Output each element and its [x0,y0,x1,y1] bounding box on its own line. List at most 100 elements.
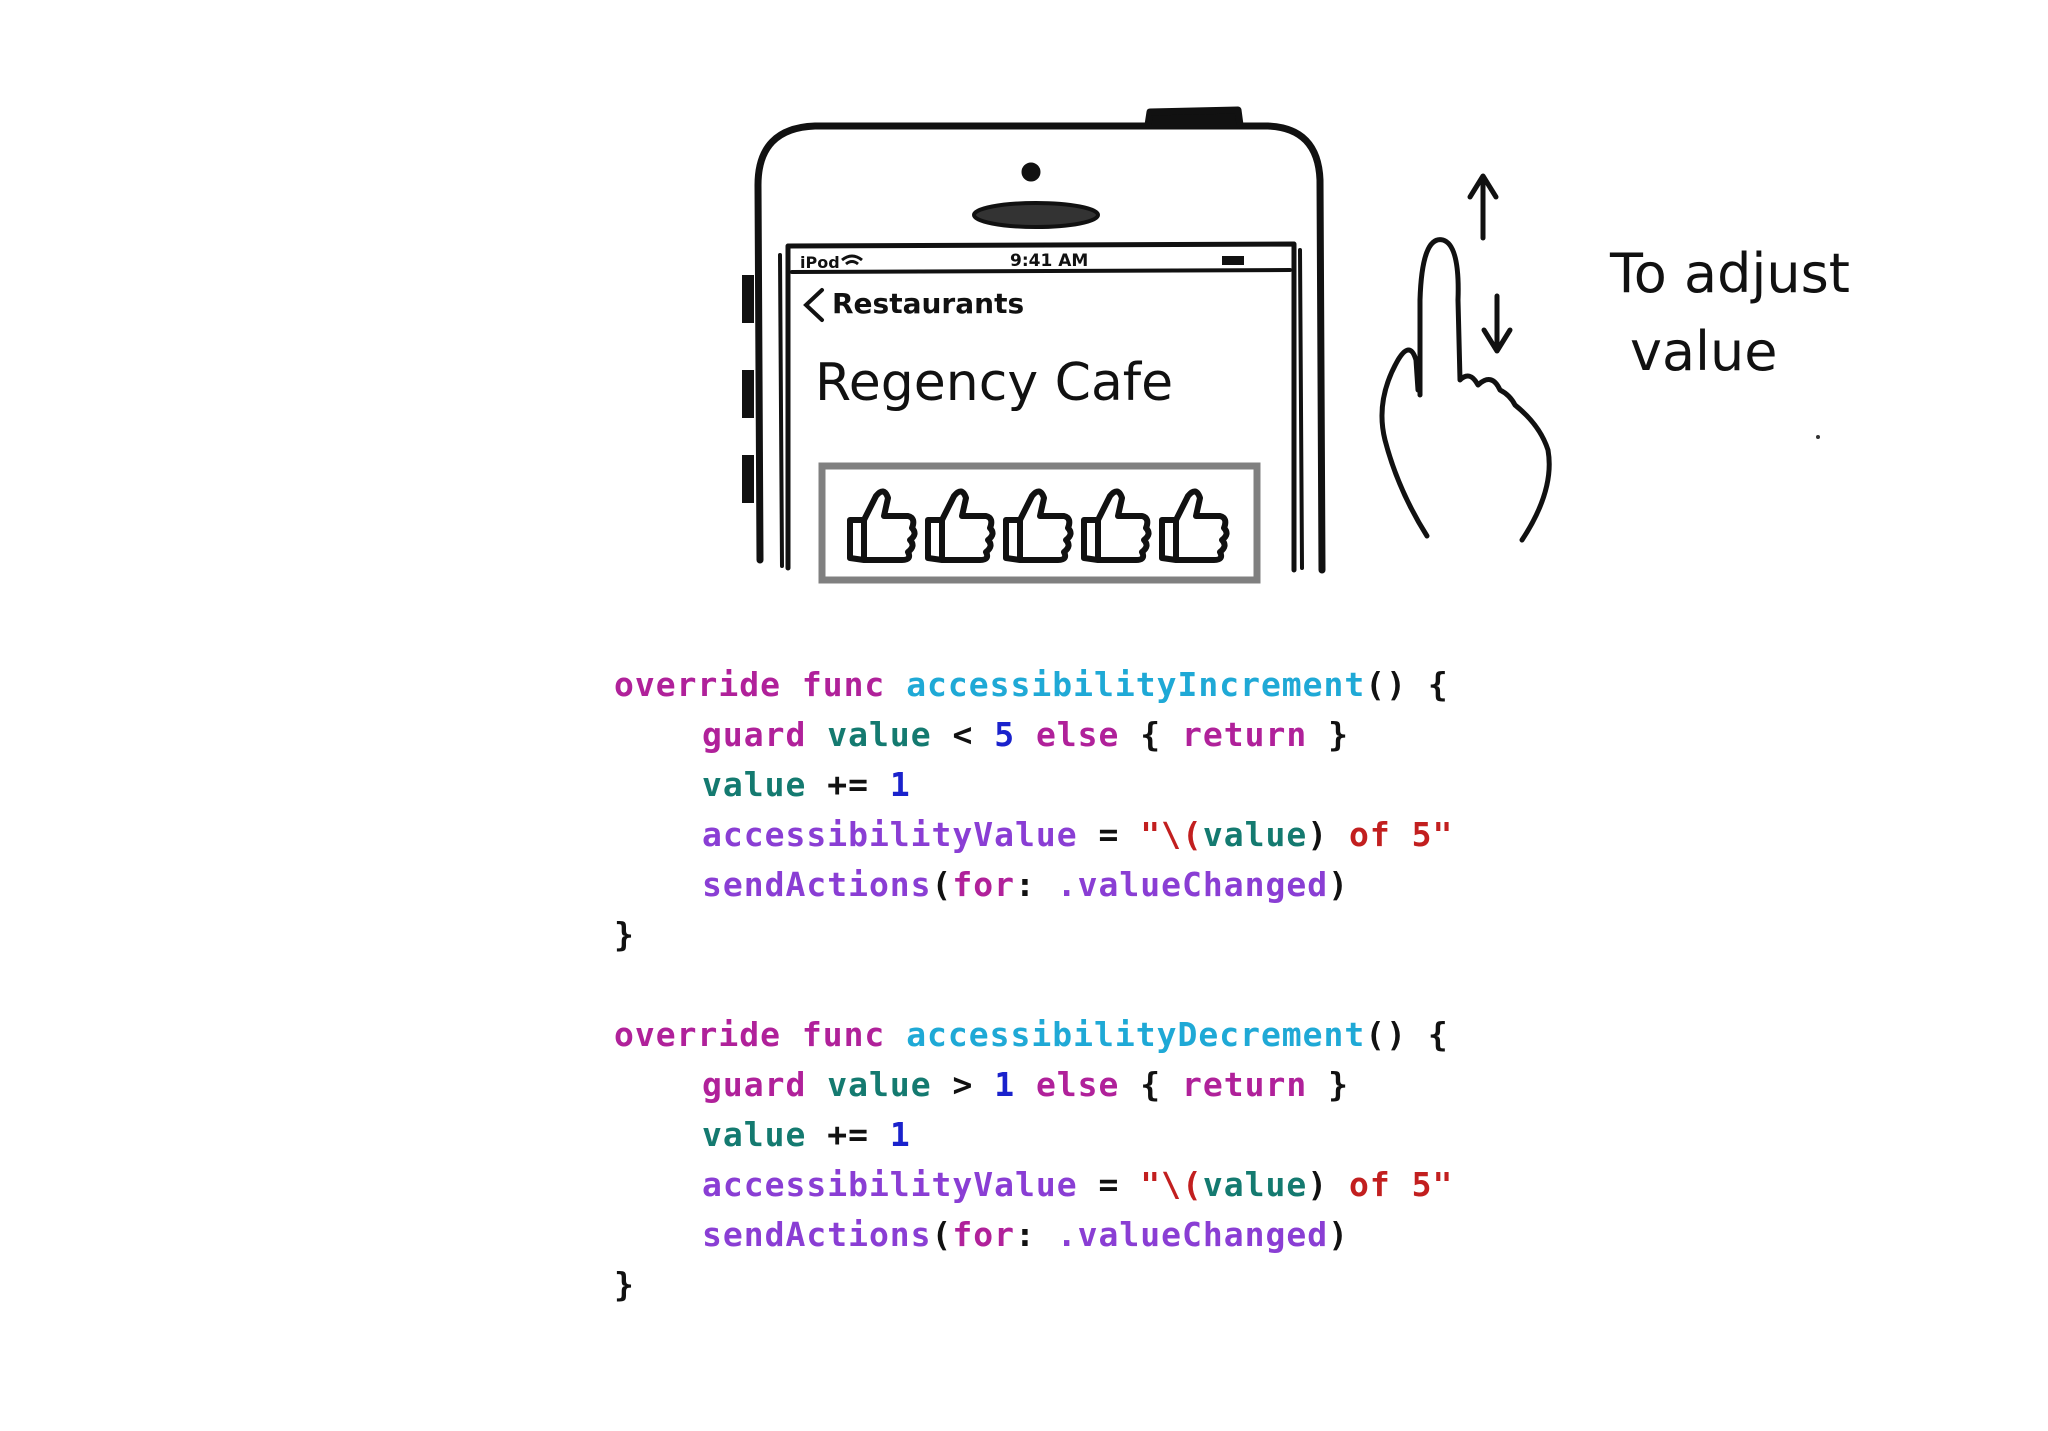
code-line: sendActions(for: .valueChanged) [614,860,1614,910]
finger-swipe-up-down-icon [1379,173,1552,543]
operator: > [952,1065,974,1104]
operator: += [827,765,869,804]
number: 1 [994,1065,1016,1104]
identifier: value [1202,1165,1308,1204]
punctuation: ) [1307,1165,1329,1204]
restaurant-title: Regency Cafe [815,353,1173,413]
string: "\( [1140,815,1203,854]
keyword: guard [702,715,807,754]
punctuation: } [614,915,635,954]
function-name: accessibilityIncrement [906,665,1366,704]
punctuation: () { [1365,665,1449,704]
code-line: override func accessibilityIncrement() { [614,660,1614,710]
status-time: 9:41 AM [1010,251,1088,271]
back-chevron-icon [803,288,824,322]
punctuation: } [1328,1065,1350,1104]
punctuation: } [1328,715,1350,754]
number: 1 [889,1115,911,1154]
thumb-outline [1081,488,1152,563]
punctuation: { [1140,715,1162,754]
number: 5 [994,715,1016,754]
phone-gesture-sketch: iPod 9:41 AM Restaurants Regency Cafe To… [742,106,1850,584]
code-line: } [614,910,1614,960]
keyword: for [952,865,1016,904]
thumb-outline [925,488,996,563]
punctuation: ) [1328,1215,1349,1254]
keyword: guard [702,1065,807,1104]
thumb-outline [847,488,918,563]
thumb-outline [1159,488,1230,563]
operator: < [952,715,974,754]
api-name: accessibilityValue [702,815,1078,854]
number: 1 [889,765,911,804]
rating-control[interactable] [818,462,1261,584]
operator: += [827,1115,869,1154]
thumbs-up-icon[interactable] [1081,488,1152,563]
code-line: override func accessibilityDecrement() { [614,1010,1614,1060]
string: 5" [1411,815,1454,854]
thumbs-up-icon[interactable] [1159,488,1230,563]
phone-camera [1021,162,1041,182]
thumbs-row [847,488,1230,563]
string: "\( [1140,1165,1203,1204]
phone-top-button [1144,106,1244,129]
punctuation: } [614,1265,635,1304]
identifier: value [1202,815,1308,854]
api-name: .valueChanged [1056,1215,1329,1254]
api-name: sendActions [702,865,932,904]
gesture-caption-line2: value [1630,320,1778,383]
keyword: func [801,1015,886,1054]
keyword: for [952,1215,1016,1254]
phone-speaker [972,201,1100,229]
back-button-label[interactable]: Restaurants [832,287,1024,320]
code-line: guard value < 5 else { return } [614,710,1614,760]
keyword: override [614,1015,781,1054]
gesture-caption-line1: To adjust [1609,242,1850,305]
identifier: value [702,765,807,804]
phone-side-button [742,455,754,503]
code-line: guard value > 1 else { return } [614,1060,1614,1110]
thumb-outline [1003,488,1074,563]
code-line: accessibilityValue = "\(value) of 5" [614,1160,1614,1210]
punctuation: ( [931,1215,953,1254]
code-line: } [614,1260,1614,1310]
punctuation: { [1140,1065,1162,1104]
identifier: value [827,715,932,754]
status-carrier: iPod [800,253,840,272]
string: of [1348,815,1391,854]
punctuation: ) [1307,815,1329,854]
code-line: value += 1 [614,760,1614,810]
punctuation: : [1015,1215,1036,1254]
api-name: accessibilityValue [702,1165,1078,1204]
wifi-icon [841,254,863,266]
punctuation: () { [1365,1015,1449,1054]
identifier: value [702,1115,807,1154]
function-name: accessibilityDecrement [906,1015,1366,1054]
identifier: value [827,1065,932,1104]
keyword: return [1182,715,1308,754]
keyword: override [614,665,781,704]
keyword: func [801,665,886,704]
keyword: return [1182,1065,1308,1104]
string: 5" [1411,1165,1454,1204]
thumbs-up-icon[interactable] [1003,488,1074,563]
operator: = [1098,815,1120,854]
api-name: sendActions [702,1215,932,1254]
string: of [1348,1165,1391,1204]
operator: = [1098,1165,1120,1204]
api-name: .valueChanged [1056,865,1329,904]
thumbs-up-icon[interactable] [847,488,918,563]
phone-side-button [742,370,754,418]
phone-side-button [742,275,754,323]
punctuation: ( [931,865,953,904]
code-listing: override func accessibilityIncrement() {… [614,660,1614,1310]
keyword: else [1035,1065,1120,1104]
thumbs-up-icon[interactable] [925,488,996,563]
stray-dot [1816,435,1820,439]
battery-icon [1222,256,1244,265]
code-line: accessibilityValue = "\(value) of 5" [614,810,1614,860]
keyword: else [1035,715,1120,754]
code-line: value += 1 [614,1110,1614,1160]
code-line: sendActions(for: .valueChanged) [614,1210,1614,1260]
